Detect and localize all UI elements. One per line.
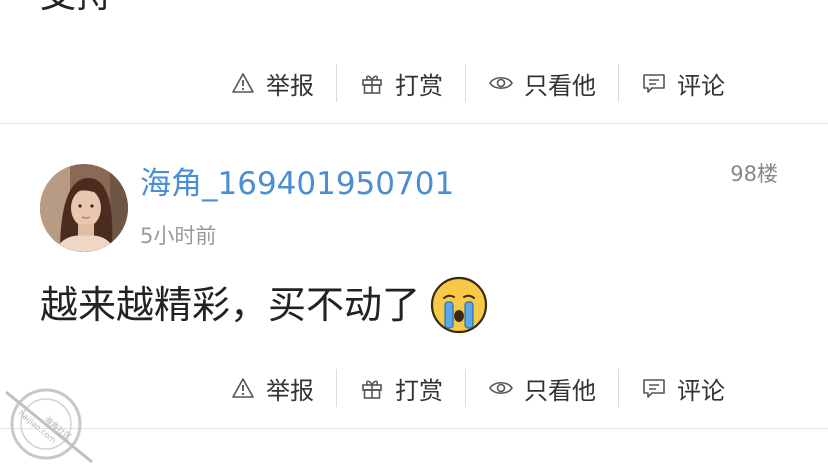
action-divider <box>618 369 619 407</box>
avatar-image <box>40 164 128 252</box>
reply-action-bar: 举报 打赏 只看他 评论 <box>230 368 725 408</box>
previous-post-action-bar: 举报 打赏 只看他 评论 <box>230 63 725 103</box>
action-divider <box>336 64 337 102</box>
only-view-him-label: 只看他 <box>524 376 596 405</box>
warning-icon <box>232 73 254 93</box>
action-divider <box>465 64 466 102</box>
only-view-him-button[interactable]: 只看他 <box>488 371 596 406</box>
username[interactable]: 海角_169401950701 <box>140 164 454 204</box>
post-time: 5小时前 <box>140 224 217 248</box>
comment-icon <box>643 379 665 398</box>
only-view-him-label: 只看他 <box>524 71 596 100</box>
avatar[interactable] <box>40 164 128 252</box>
post-divider <box>0 428 828 429</box>
eye-icon <box>489 381 513 395</box>
post-divider <box>0 123 828 124</box>
floor-number: 98楼 <box>730 162 778 186</box>
reward-label: 打赏 <box>395 376 443 405</box>
comment-label: 评论 <box>677 376 725 405</box>
report-label: 举报 <box>266 376 314 405</box>
comment-button[interactable]: 评论 <box>641 66 725 101</box>
only-view-him-button[interactable]: 只看他 <box>488 66 596 101</box>
gift-icon <box>362 380 382 399</box>
gift-icon <box>362 75 382 94</box>
crying-face-icon <box>430 276 488 334</box>
comment-icon <box>643 74 665 93</box>
reward-button[interactable]: 打赏 <box>359 66 443 101</box>
report-label: 举报 <box>266 71 314 100</box>
previous-post-text: 支持 <box>40 0 112 14</box>
comment-label: 评论 <box>677 71 725 100</box>
action-divider <box>618 64 619 102</box>
action-divider <box>336 369 337 407</box>
watermark-logo: 海角社区 haijiao.com <box>0 372 100 467</box>
warning-icon <box>232 378 254 398</box>
reply-text: 越来越精彩，买不动了 <box>40 283 421 327</box>
action-divider <box>465 369 466 407</box>
report-button[interactable]: 举报 <box>230 371 314 406</box>
eye-icon <box>489 76 513 90</box>
reward-button[interactable]: 打赏 <box>359 371 443 406</box>
comment-button[interactable]: 评论 <box>641 371 725 406</box>
reward-label: 打赏 <box>395 71 443 100</box>
reply-content: 越来越精彩，买不动了 <box>40 276 488 334</box>
report-button[interactable]: 举报 <box>230 66 314 101</box>
